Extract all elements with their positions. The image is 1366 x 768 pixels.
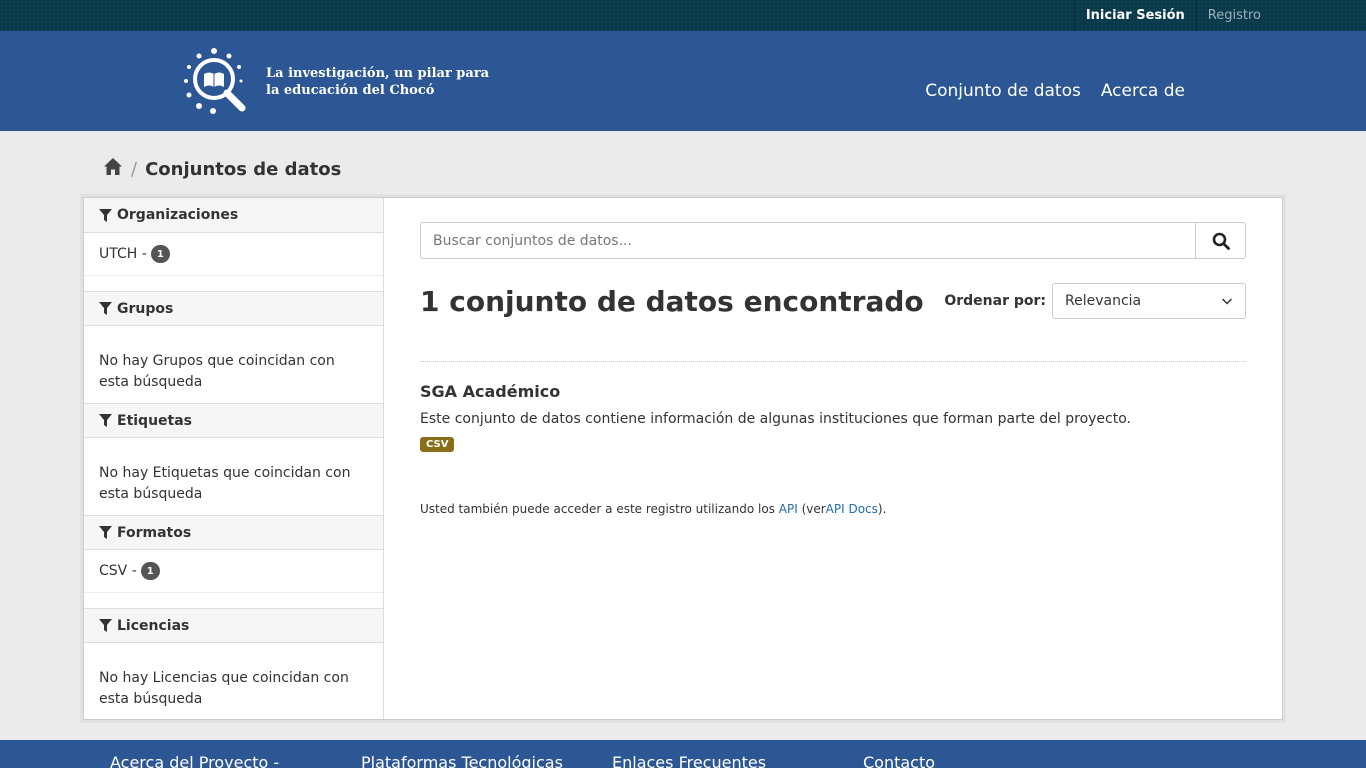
breadcrumb-current[interactable]: Conjuntos de datos — [145, 159, 341, 180]
facet-title: Licencias — [117, 617, 190, 634]
sort-label: Ordenar por: — [944, 293, 1046, 309]
facet-heading-formats: Formatos — [84, 515, 383, 550]
facet-title: Grupos — [117, 300, 174, 317]
facet-item-label: UTCH - — [99, 246, 147, 262]
facet-title: Organizaciones — [117, 207, 239, 223]
facet-title: Etiquetas — [117, 412, 193, 429]
facet-spacer — [84, 276, 383, 291]
nav-about[interactable]: Acerca de — [1101, 81, 1185, 101]
footer-platforms[interactable]: Plataformas Tecnológicas — [361, 753, 563, 768]
home-link[interactable] — [103, 157, 123, 181]
register-link[interactable]: Registro — [1195, 0, 1272, 31]
facet-empty-groups: No hay Grupos que coincidan con esta bús… — [99, 353, 335, 390]
chevron-down-icon — [1221, 298, 1233, 305]
facet-item-label: CSV - — [99, 563, 137, 579]
facet-count-badge: 1 — [150, 245, 170, 263]
facet-count-badge: 1 — [140, 562, 160, 580]
dataset-notes: Este conjunto de datos contiene informac… — [420, 411, 1131, 427]
filter-icon — [99, 302, 112, 315]
sort-control: Ordenar por: Relevancia — [944, 283, 1246, 319]
facet-heading-groups: Grupos — [84, 291, 383, 326]
api-note-middle: (ver — [801, 502, 826, 516]
search-button[interactable] — [1195, 222, 1246, 259]
sort-value: Relevancia — [1065, 293, 1142, 309]
filter-icon — [99, 208, 112, 222]
content-wrapper: Organizaciones UTCH - 1 Grupos No hay Gr… — [83, 197, 1283, 720]
logo-line-2: la educación del Chocó — [266, 83, 435, 98]
filter-icon — [99, 414, 112, 427]
search-form — [420, 222, 1246, 259]
footer-links[interactable]: Enlaces Frecuentes — [612, 753, 766, 768]
logo-text: La investigación, un pilar para la educa… — [266, 65, 489, 99]
site-footer: Acerca del Proyecto - Plataformas Tecnol… — [0, 740, 1366, 768]
breadcrumb-separator: / — [131, 158, 138, 180]
search-input[interactable] — [420, 222, 1195, 259]
results-divider — [420, 361, 1246, 362]
results-count: 1 conjunto de datos encontrado — [420, 284, 924, 318]
facet-empty-tags: No hay Etiquetas que coincidan con esta … — [99, 465, 351, 502]
main-nav: Conjunto de datos Acerca de — [925, 81, 1185, 101]
format-badge-csv[interactable]: CSV — [420, 437, 455, 452]
facet-empty-licenses: No hay Licencias que coincidan con esta … — [99, 670, 349, 707]
facet-title: Formatos — [117, 524, 192, 541]
facet-spacer — [84, 593, 383, 608]
api-link[interactable]: API — [779, 502, 798, 516]
api-note-suffix: ). — [877, 502, 887, 516]
facet-heading-tags: Etiquetas — [84, 403, 383, 438]
login-link[interactable]: Iniciar Sesión — [1073, 0, 1196, 31]
facet-heading-organizations: Organizaciones — [84, 198, 383, 233]
facet-heading-licenses: Licencias — [84, 608, 383, 643]
account-links: Iniciar Sesión Registro — [1073, 0, 1272, 31]
filter-icon — [99, 526, 112, 539]
search-icon — [1212, 232, 1230, 250]
nav-datasets[interactable]: Conjunto de datos — [925, 81, 1081, 101]
breadcrumb: / Conjuntos de datos — [103, 157, 341, 181]
facet-item-csv[interactable]: CSV - 1 — [84, 550, 383, 593]
api-docs-link[interactable]: API Docs — [826, 502, 878, 516]
facet-item-utch[interactable]: UTCH - 1 — [84, 233, 383, 276]
results-panel: 1 conjunto de datos encontrado Ordenar p… — [384, 198, 1282, 719]
sort-select[interactable]: Relevancia — [1052, 283, 1246, 319]
api-note: Usted también puede acceder a este regis… — [420, 502, 1246, 516]
dataset-item: SGA Académico Este conjunto de datos con… — [420, 382, 1246, 452]
results-header: 1 conjunto de datos encontrado Ordenar p… — [420, 283, 1246, 319]
facet-sidebar: Organizaciones UTCH - 1 Grupos No hay Gr… — [84, 198, 384, 719]
footer-contact[interactable]: Contacto — [863, 753, 935, 768]
home-icon — [104, 158, 122, 175]
api-note-prefix: Usted también puede acceder a este regis… — [420, 502, 775, 516]
logo-line-1: La investigación, un pilar para — [266, 66, 490, 81]
footer-about[interactable]: Acerca del Proyecto - — [110, 753, 279, 768]
site-logo[interactable]: La investigación, un pilar para la educa… — [182, 47, 489, 117]
filter-icon — [99, 619, 112, 632]
dataset-title-link[interactable]: SGA Académico — [420, 382, 1246, 401]
masthead: La investigación, un pilar para la educa… — [0, 31, 1366, 131]
account-bar: Iniciar Sesión Registro — [0, 0, 1366, 31]
magnifier-book-icon — [184, 48, 246, 114]
